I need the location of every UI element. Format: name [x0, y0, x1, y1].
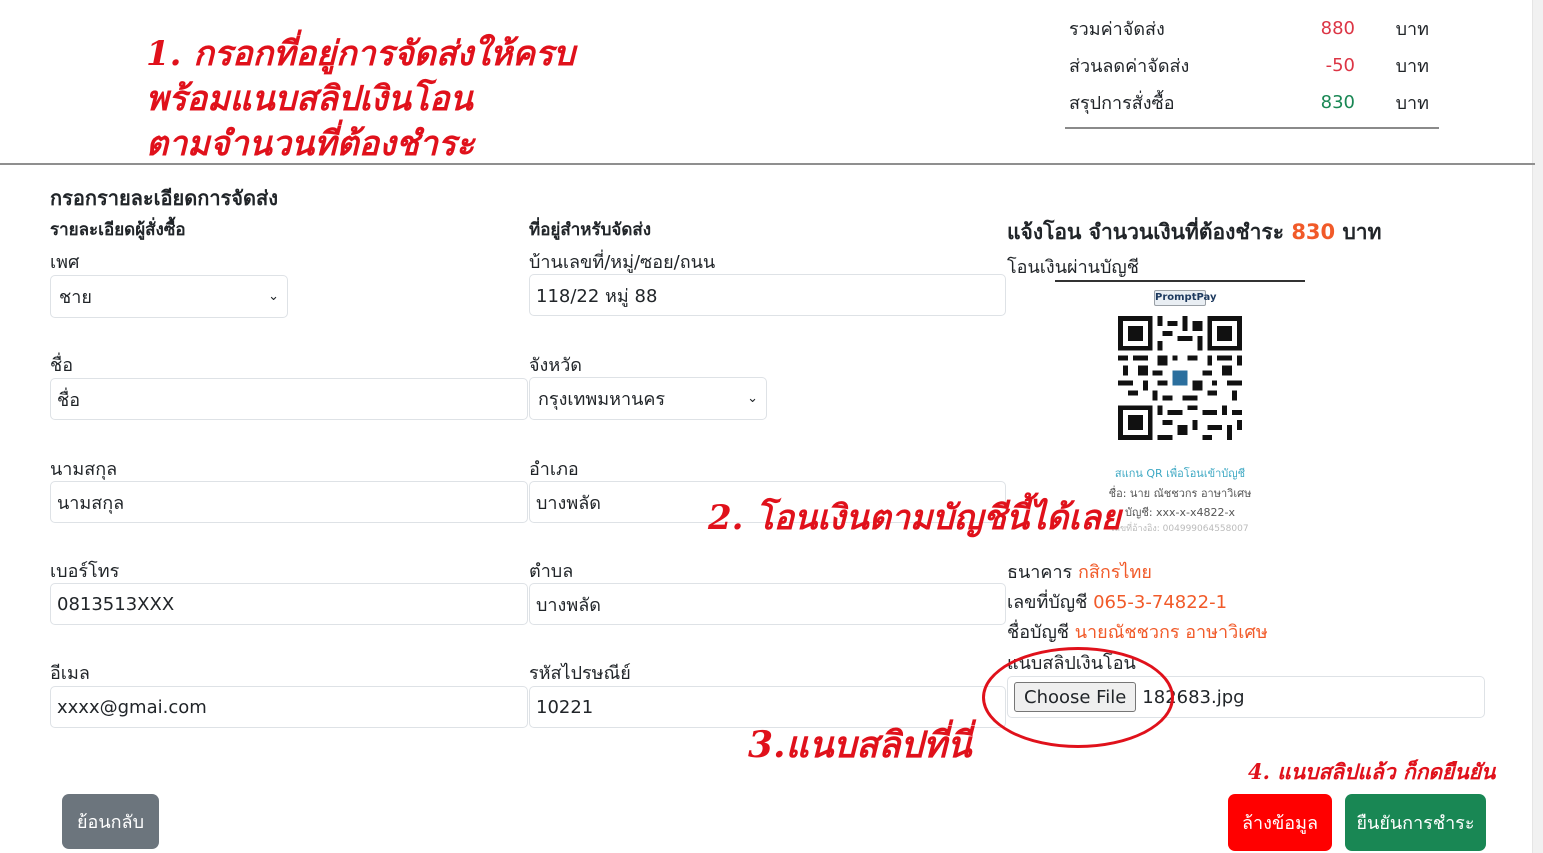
phone-input[interactable]	[50, 583, 528, 625]
province-select[interactable]: กรุงเทพมหานคร ⌄	[529, 377, 767, 420]
summary-row-order-total: สรุปการสั่งซื้อ 830 บาท	[1065, 84, 1439, 121]
qr-code-image	[1118, 316, 1242, 440]
subdistrict-label: ตำบล	[529, 561, 574, 582]
phone-label: เบอร์โทร	[50, 561, 120, 582]
last-name-input[interactable]	[50, 481, 528, 523]
qr-card: PromptPay สแกน QR เพื่อโอนเข้าบัญชี ชื่อ…	[1100, 288, 1260, 536]
account-number: 065-3-74822-1	[1093, 592, 1228, 613]
province-select-value: กรุงเทพมหานคร	[538, 389, 666, 410]
address-input[interactable]	[529, 274, 1006, 316]
payment-amount: 830	[1291, 220, 1336, 244]
qr-account-name: ชื่อ: นาย ณัชชวกร อาษาวิเศษ	[1108, 487, 1252, 500]
bank-info: ธนาคาร กสิกรไทย	[1007, 557, 1152, 586]
email-label: อีเมล	[50, 663, 90, 684]
order-summary: รวมค่าจัดส่ง 880 บาท ส่วนลดค่าจัดส่ง -50…	[1065, 10, 1439, 129]
account-name-label: ชื่อบัญชี	[1007, 622, 1070, 643]
subdistrict-input[interactable]	[529, 583, 1006, 625]
gender-label: เพศ	[50, 252, 80, 273]
district-label: อำเภอ	[529, 459, 579, 480]
annotation-step1: 1. กรอกที่อยู่การจัดส่งให้ครบ พร้อมแนบสล…	[146, 32, 575, 167]
back-button[interactable]: ย้อนกลับ	[62, 794, 159, 849]
section-divider	[0, 163, 1535, 165]
summary-value: -50	[1325, 55, 1355, 76]
summary-label: ส่วนลดค่าจัดส่ง	[1069, 56, 1190, 77]
summary-unit: บาท	[1395, 93, 1429, 114]
summary-label: รวมค่าจัดส่ง	[1069, 19, 1165, 40]
qr-account-number: บัญชี: xxx-x-x4822-x	[1125, 506, 1235, 519]
payment-subtitle: โอนเงินผ่านบัญชี	[1007, 257, 1139, 278]
summary-label: สรุปการสั่งซื้อ	[1069, 93, 1175, 114]
first-name-input[interactable]	[50, 378, 528, 420]
bank-name: กสิกรไทย	[1077, 562, 1152, 583]
buyer-details-header: รายละเอียดผู้สั่งซื้อ	[50, 220, 186, 240]
payment-title-prefix: แจ้งโอน จำนวนเงินที่ต้องชำระ	[1007, 220, 1284, 244]
account-number-info: เลขที่บัญชี 065-3-74822-1	[1007, 587, 1227, 616]
clear-button[interactable]: ล้างข้อมูล	[1228, 794, 1332, 851]
chevron-down-icon: ⌄	[268, 289, 279, 304]
bank-label: ธนาคาร	[1007, 562, 1073, 583]
gender-select-value: ชาย	[59, 287, 92, 308]
confirm-payment-button[interactable]: ยืนยันการชำระ	[1345, 794, 1486, 851]
chevron-down-icon: ⌄	[747, 391, 758, 406]
summary-value: 880	[1320, 18, 1355, 39]
summary-unit: บาท	[1395, 19, 1429, 40]
address-label: บ้านเลขที่/หมู่/ซอย/ถนน	[529, 252, 716, 273]
highlight-ellipse	[982, 647, 1174, 748]
gender-select[interactable]: ชาย ⌄	[50, 275, 288, 318]
annotation-step1-line: พร้อมแนบสลิปเงินโอน	[146, 79, 473, 119]
province-label: จังหวัด	[529, 355, 582, 376]
last-name-label: นามสกุล	[50, 459, 118, 480]
postcode-label: รหัสไปรษณีย์	[529, 663, 631, 684]
qr-reference: เลขที่อ้างอิง: 004999064558007	[1111, 524, 1249, 534]
annotation-step4: 4. แนบสลิปแล้ว ก็กดยืนยัน	[1248, 759, 1496, 784]
account-name: นายณัชชวกร อาษาวิเศษ	[1074, 622, 1268, 643]
account-name-info: ชื่อบัญชี นายณัชชวกร อาษาวิเศษ	[1007, 617, 1268, 646]
summary-unit: บาท	[1395, 56, 1429, 77]
payment-title-suffix: บาท	[1342, 220, 1382, 244]
page-scrollbar[interactable]	[1532, 0, 1543, 853]
summary-row-shipping-discount: ส่วนลดค่าจัดส่ง -50 บาท	[1065, 47, 1439, 84]
payment-divider	[1055, 280, 1305, 282]
email-input[interactable]	[50, 686, 528, 728]
annotation-step2: 2. โอนเงินตามบัญชีนี้ได้เลย	[708, 498, 1121, 538]
summary-value: 830	[1320, 92, 1355, 113]
shipping-address-header: ที่อยู่สำหรับจัดส่ง	[529, 220, 652, 240]
payment-title: แจ้งโอน จำนวนเงินที่ต้องชำระ 830 บาท	[1007, 216, 1381, 249]
account-number-label: เลขที่บัญชี	[1007, 592, 1088, 613]
annotation-step1-line: ตามจำนวนที่ต้องชำระ	[146, 124, 475, 164]
annotation-step1-line: 1. กรอกที่อยู่การจัดส่งให้ครบ	[146, 34, 575, 74]
first-name-label: ชื่อ	[50, 355, 74, 376]
form-title: กรอกรายละเอียดการจัดส่ง	[50, 186, 278, 210]
qr-scan-caption: สแกน QR เพื่อโอนเข้าบัญชี	[1114, 467, 1246, 480]
promptpay-logo: PromptPay	[1154, 290, 1217, 306]
summary-row-shipping-total: รวมค่าจัดส่ง 880 บาท	[1065, 10, 1439, 47]
annotation-step3: 3.แนบสลิปที่นี่	[748, 724, 972, 766]
